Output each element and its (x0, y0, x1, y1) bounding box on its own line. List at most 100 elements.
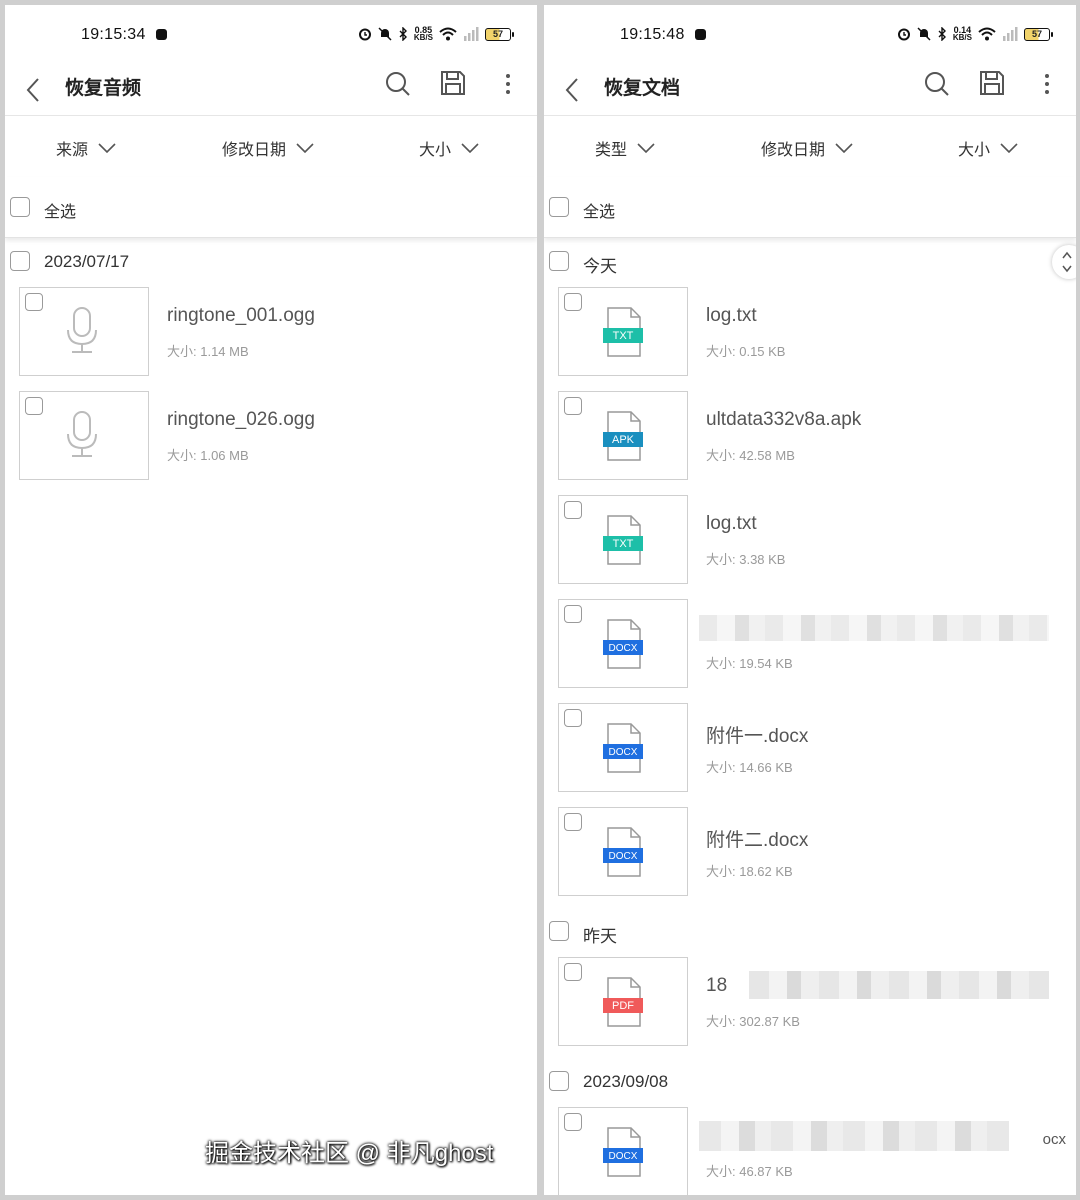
filter-size[interactable]: 大小 (419, 136, 479, 160)
select-all-checkbox[interactable] (10, 197, 30, 217)
file-type-badge: DOCX (609, 643, 638, 654)
status-bar: 19:15:34 0.85 KB/S 57 (5, 5, 537, 67)
item-checkbox[interactable] (564, 293, 582, 311)
select-all-label: 全选 (44, 204, 77, 221)
file-size: 大小: 3.38 KB (706, 552, 786, 567)
status-icons: 0.85 KB/S 57 (358, 23, 514, 45)
file-name: ringtone_026.ogg (167, 409, 315, 430)
list-item[interactable]: ringtone_001.ogg 大小: 1.14 MB (5, 287, 537, 377)
file-thumbnail: PDF (558, 957, 688, 1046)
group-header: 今天 (544, 248, 1076, 278)
select-all-checkbox[interactable] (549, 197, 569, 217)
more-vertical-icon[interactable] (505, 73, 511, 95)
item-checkbox[interactable] (25, 293, 43, 311)
filter-modified-date[interactable]: 修改日期 (222, 136, 314, 160)
toolbar: 恢复音频 (5, 67, 537, 115)
filter-modified-date[interactable]: 修改日期 (761, 136, 853, 160)
toolbar: 恢复文档 (544, 67, 1076, 115)
status-bar: 19:15:48 0.14 KB/S 57 (544, 5, 1076, 67)
search-icon[interactable] (385, 71, 411, 97)
group-checkbox[interactable] (549, 251, 569, 271)
item-checkbox[interactable] (564, 813, 582, 831)
file-type-badge: APK (612, 434, 635, 446)
search-icon[interactable] (924, 71, 950, 97)
file-type-badge: DOCX (609, 851, 638, 862)
group-label: 今天 (583, 257, 617, 276)
select-all-label: 全选 (583, 204, 616, 221)
item-checkbox[interactable] (564, 397, 582, 415)
status-icons: 0.14 KB/S 57 (897, 23, 1053, 45)
chevron-down-icon (98, 143, 116, 153)
file-thumbnail: TXT (558, 287, 688, 376)
file-size: 大小: 46.87 KB (706, 1164, 793, 1179)
list-item[interactable]: DOCX 附件一.docx 大小: 14.66 KB (544, 703, 1076, 793)
right-screen: 19:15:48 0.14 KB/S 57 恢复文档 类型 修改日期 大小 全选… (544, 5, 1076, 1195)
list-item[interactable]: PDF 18 大小: 302.87 KB (544, 957, 1076, 1047)
file-name: log.txt (706, 513, 757, 534)
file-size: 大小: 302.87 KB (706, 1014, 800, 1029)
list-item[interactable]: DOCX 附件二.docx 大小: 18.62 KB (544, 807, 1076, 897)
microphone-icon (67, 307, 97, 353)
network-speed: 0.85 KB/S (414, 26, 433, 42)
watermark: 掘金技术社区 @ 非凡ghost (205, 1140, 494, 1167)
group-checkbox[interactable] (549, 1071, 569, 1091)
wifi-icon (978, 27, 996, 41)
network-speed: 0.14 KB/S (953, 26, 972, 42)
group-checkbox[interactable] (549, 921, 569, 941)
group-header: 2023/09/08 (544, 1068, 1076, 1098)
alarm-icon (897, 28, 910, 41)
filter-label: 大小 (419, 142, 452, 159)
filter-label: 修改日期 (222, 142, 287, 159)
file-name: 附件一.docx (706, 726, 809, 747)
list-item[interactable]: APK ultdata332v8a.apk 大小: 42.58 MB (544, 391, 1076, 481)
item-checkbox[interactable] (564, 963, 582, 981)
list-item[interactable]: DOCX ocx 大小: 46.87 KB (544, 1107, 1076, 1195)
file-type-badge: TXT (613, 330, 634, 342)
blurred-file-name (699, 615, 1049, 641)
list-item[interactable]: ringtone_026.ogg 大小: 1.06 MB (5, 391, 537, 481)
txt-document-icon: TXT (603, 307, 643, 357)
filter-size[interactable]: 大小 (958, 136, 1018, 160)
item-checkbox[interactable] (564, 709, 582, 727)
file-size: 大小: 0.15 KB (706, 344, 786, 359)
list-item[interactable]: TXT log.txt 大小: 3.38 KB (544, 495, 1076, 585)
file-type-badge: DOCX (609, 1151, 638, 1162)
save-icon[interactable] (979, 70, 1005, 96)
file-name: log.txt (706, 305, 757, 326)
file-name: ringtone_001.ogg (167, 305, 315, 326)
file-type-badge: TXT (613, 538, 634, 550)
file-thumbnail: DOCX (558, 703, 688, 792)
chevron-left-icon[interactable] (564, 77, 580, 103)
select-all-row: 全选 (544, 177, 1076, 238)
docx-document-icon: DOCX (603, 619, 643, 669)
filter-label: 大小 (958, 142, 991, 159)
mute-bell-icon (378, 27, 392, 41)
battery-indicator: 57 (485, 27, 514, 41)
filter-source[interactable]: 来源 (56, 136, 116, 160)
notification-app-icon (695, 29, 706, 40)
save-icon[interactable] (440, 70, 466, 96)
group-label: 2023/09/08 (583, 1072, 669, 1091)
item-checkbox[interactable] (564, 605, 582, 623)
group-header: 2023/07/17 (5, 248, 537, 278)
list-item[interactable]: DOCX 大小: 19.54 KB (544, 599, 1076, 689)
wifi-icon (439, 27, 457, 41)
signal-icon (1003, 27, 1018, 41)
more-vertical-icon[interactable] (1044, 73, 1050, 95)
item-checkbox[interactable] (25, 397, 43, 415)
list-item[interactable]: TXT log.txt 大小: 0.15 KB (544, 287, 1076, 377)
microphone-icon (67, 411, 97, 457)
filter-type[interactable]: 类型 (595, 136, 655, 160)
docx-document-icon: DOCX (603, 1127, 643, 1177)
notification-app-icon (156, 29, 167, 40)
file-type-badge: PDF (612, 1000, 634, 1012)
item-checkbox[interactable] (564, 1113, 582, 1131)
filter-label: 来源 (56, 142, 89, 159)
group-checkbox[interactable] (10, 251, 30, 271)
filter-bar: 类型 修改日期 大小 (544, 115, 1076, 177)
item-checkbox[interactable] (564, 501, 582, 519)
chevron-left-icon[interactable] (25, 77, 41, 103)
file-name: 18 (706, 975, 728, 996)
file-name: ocx (1042, 1131, 1066, 1148)
chevron-down-icon (296, 143, 314, 153)
